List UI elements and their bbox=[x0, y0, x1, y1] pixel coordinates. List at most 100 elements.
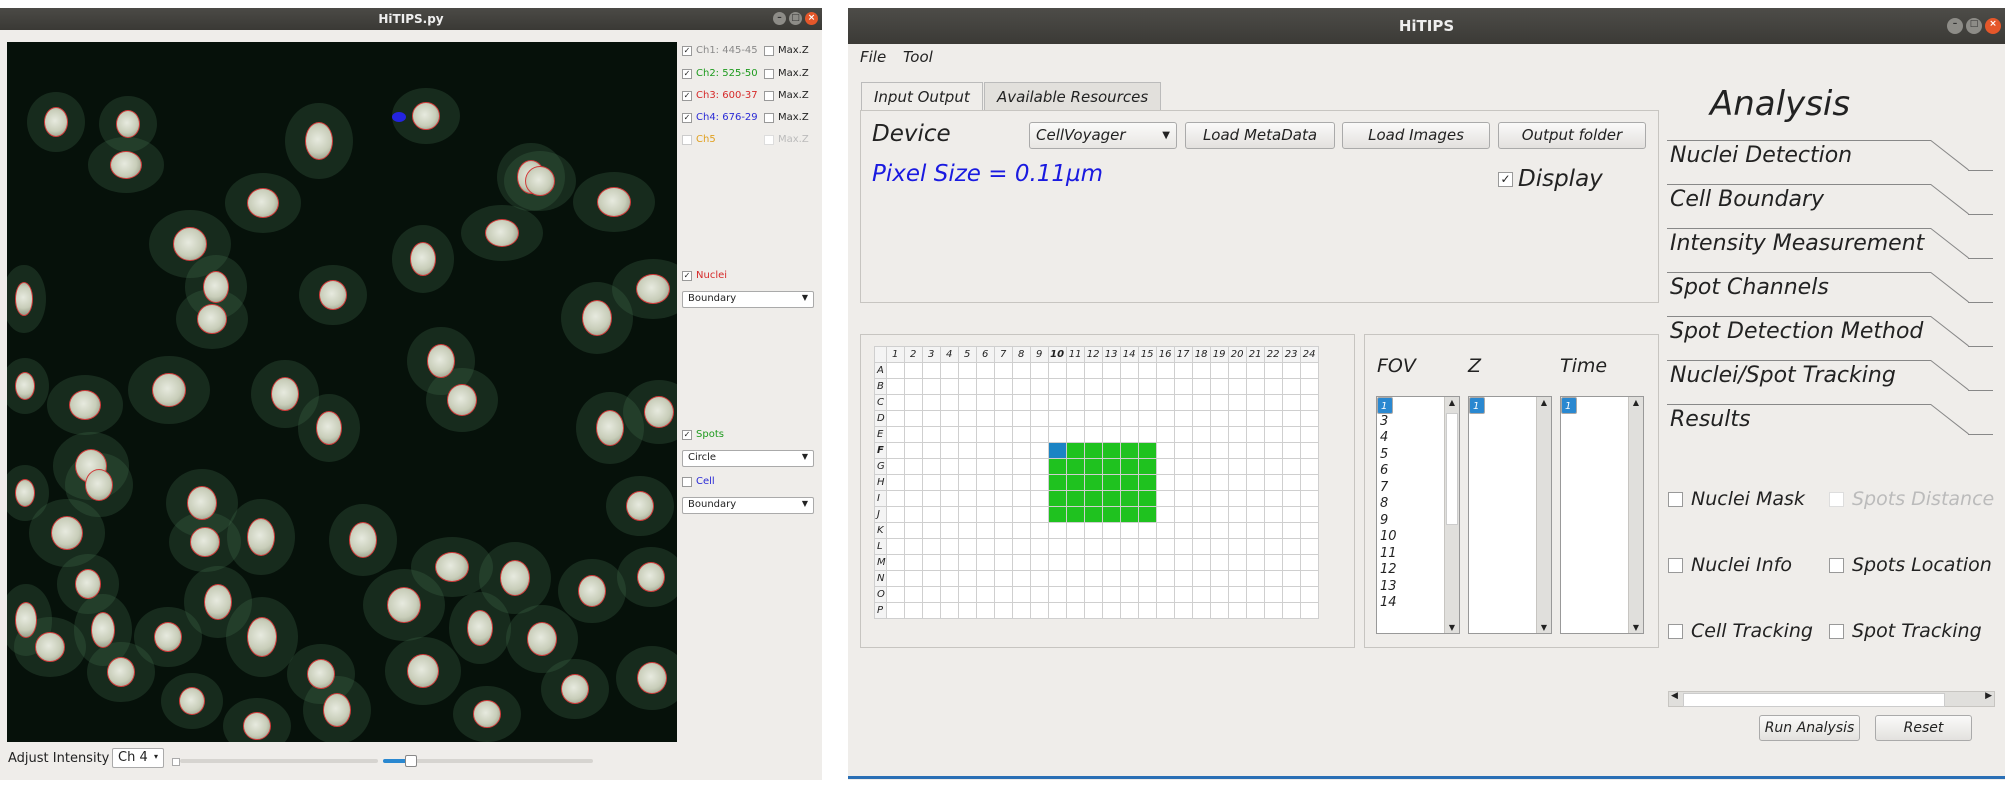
plate-well[interactable] bbox=[1101, 442, 1121, 459]
plate-well[interactable] bbox=[1101, 378, 1121, 395]
plate-row-header[interactable]: D bbox=[874, 410, 887, 427]
plate-well[interactable] bbox=[1029, 522, 1049, 539]
plate-well[interactable] bbox=[1083, 506, 1103, 523]
plate-well[interactable] bbox=[1101, 426, 1121, 443]
plate-well[interactable] bbox=[1011, 458, 1031, 475]
plate-row-header[interactable]: O bbox=[874, 586, 887, 603]
minimize-icon[interactable]: – bbox=[773, 12, 786, 25]
plate-well[interactable] bbox=[1281, 378, 1301, 395]
plate-well[interactable] bbox=[1155, 522, 1175, 539]
plate-well[interactable] bbox=[1245, 426, 1265, 443]
plate-row-header[interactable]: L bbox=[874, 538, 887, 555]
plate-well[interactable] bbox=[885, 554, 905, 571]
plate-well[interactable] bbox=[975, 394, 995, 411]
plate-well[interactable] bbox=[1263, 522, 1283, 539]
plate-well[interactable] bbox=[1101, 522, 1121, 539]
plate-well[interactable] bbox=[1119, 426, 1139, 443]
plate-well[interactable] bbox=[885, 442, 905, 459]
plate-well[interactable] bbox=[1155, 410, 1175, 427]
plate-well[interactable] bbox=[1011, 426, 1031, 443]
plate-well[interactable] bbox=[1191, 394, 1211, 411]
plate-row-header[interactable]: G bbox=[874, 458, 887, 475]
plate-well[interactable] bbox=[1281, 442, 1301, 459]
channel-5-maxz-checkbox[interactable] bbox=[764, 134, 774, 145]
plate-well[interactable] bbox=[1209, 474, 1229, 491]
plate-well[interactable] bbox=[921, 410, 941, 427]
plate-well[interactable] bbox=[1011, 474, 1031, 491]
plate-well[interactable] bbox=[1227, 522, 1247, 539]
plate-well[interactable] bbox=[957, 586, 977, 603]
plate-well[interactable] bbox=[993, 570, 1013, 587]
plate-well[interactable] bbox=[1299, 410, 1319, 427]
plate-well[interactable] bbox=[993, 458, 1013, 475]
plate-well[interactable] bbox=[1137, 586, 1157, 603]
plate-well[interactable] bbox=[939, 474, 959, 491]
plate-well[interactable] bbox=[993, 426, 1013, 443]
plate-well[interactable] bbox=[1281, 490, 1301, 507]
plate-well[interactable] bbox=[1227, 602, 1247, 619]
plate-well[interactable] bbox=[1029, 474, 1049, 491]
plate-well[interactable] bbox=[1029, 410, 1049, 427]
plate-well[interactable] bbox=[921, 426, 941, 443]
nuclei-mask-option[interactable]: Nuclei Mask bbox=[1668, 488, 1805, 510]
plate-well[interactable] bbox=[1155, 602, 1175, 619]
plate-well[interactable] bbox=[1245, 586, 1265, 603]
plate-well[interactable] bbox=[1209, 362, 1229, 379]
plate-well[interactable] bbox=[1065, 506, 1085, 523]
plate-well[interactable] bbox=[903, 442, 923, 459]
plate-well[interactable] bbox=[921, 394, 941, 411]
plate-well[interactable] bbox=[1011, 586, 1031, 603]
plate-row-header[interactable]: P bbox=[874, 602, 887, 619]
plate-well[interactable] bbox=[1119, 538, 1139, 555]
plate-well[interactable] bbox=[1263, 538, 1283, 555]
plate-well[interactable] bbox=[1101, 586, 1121, 603]
nuclei-mode-select[interactable]: Boundary ▼ bbox=[682, 291, 814, 308]
analysis-section-2[interactable]: Cell Boundary bbox=[1670, 187, 1824, 212]
plate-well[interactable] bbox=[1047, 522, 1067, 539]
plate-well[interactable] bbox=[903, 554, 923, 571]
plate-well[interactable] bbox=[1119, 490, 1139, 507]
plate-well[interactable] bbox=[921, 362, 941, 379]
plate-well[interactable] bbox=[957, 490, 977, 507]
plate-well[interactable] bbox=[993, 522, 1013, 539]
maximize-icon[interactable]: □ bbox=[1966, 18, 1982, 34]
plate-well[interactable] bbox=[1191, 378, 1211, 395]
channel-4-maxz-toggle[interactable]: Max.Z bbox=[764, 112, 809, 123]
plate-well[interactable] bbox=[1281, 426, 1301, 443]
plate-well[interactable] bbox=[993, 442, 1013, 459]
spots-location-option[interactable]: Spots Location bbox=[1829, 554, 1992, 576]
plate-well[interactable] bbox=[1209, 522, 1229, 539]
plate-well[interactable] bbox=[1137, 458, 1157, 475]
plate-column-header[interactable]: 4 bbox=[939, 346, 959, 363]
plate-well[interactable] bbox=[1155, 538, 1175, 555]
scroll-left-icon[interactable]: ◀ bbox=[1671, 691, 1678, 701]
plate-well[interactable] bbox=[921, 474, 941, 491]
channel-toggle-5[interactable]: Ch5 bbox=[682, 134, 716, 145]
plate-well[interactable] bbox=[993, 506, 1013, 523]
plate-well[interactable] bbox=[903, 474, 923, 491]
plate-well[interactable] bbox=[1191, 474, 1211, 491]
plate-well[interactable] bbox=[903, 410, 923, 427]
plate-well[interactable] bbox=[1299, 362, 1319, 379]
plate-well[interactable] bbox=[1119, 586, 1139, 603]
plate-column-header[interactable]: 24 bbox=[1299, 346, 1319, 363]
nuclei-info-option[interactable]: Nuclei Info bbox=[1668, 554, 1792, 576]
plate-well[interactable] bbox=[1299, 538, 1319, 555]
plate-well[interactable] bbox=[1083, 522, 1103, 539]
plate-well[interactable] bbox=[1029, 394, 1049, 411]
spots-location-checkbox[interactable] bbox=[1829, 557, 1844, 573]
plate-well[interactable] bbox=[939, 570, 959, 587]
plate-well[interactable] bbox=[1191, 410, 1211, 427]
plate-well[interactable] bbox=[1263, 554, 1283, 571]
plate-well[interactable] bbox=[1137, 538, 1157, 555]
plate-well[interactable] bbox=[1101, 394, 1121, 411]
plate-well[interactable] bbox=[957, 442, 977, 459]
plate-well[interactable] bbox=[1083, 426, 1103, 443]
plate-well[interactable] bbox=[957, 538, 977, 555]
plate-well[interactable] bbox=[1011, 410, 1031, 427]
plate-column-header[interactable]: 18 bbox=[1191, 346, 1211, 363]
plate-well[interactable] bbox=[1065, 378, 1085, 395]
plate-well[interactable] bbox=[1047, 506, 1067, 523]
scroll-down-icon[interactable]: ▼ bbox=[1629, 623, 1643, 632]
plate-well[interactable] bbox=[921, 570, 941, 587]
